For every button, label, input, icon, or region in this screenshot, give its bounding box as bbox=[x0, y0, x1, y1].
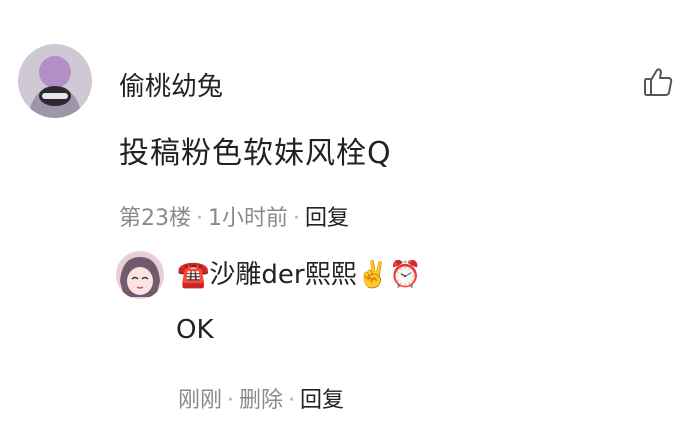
reply-content: OK bbox=[176, 315, 214, 345]
reply-avatar[interactable] bbox=[116, 251, 164, 299]
meta-separator: · bbox=[227, 388, 235, 413]
comment-content: 投稿粉色软妹风栓Q bbox=[119, 136, 392, 171]
comment-meta: 第23楼 · 1小时前 · 回复 bbox=[119, 200, 349, 232]
reply-username-line[interactable]: ☎️沙雕der熙熙✌️⏰ bbox=[177, 254, 421, 291]
delete-button[interactable]: 删除 bbox=[239, 388, 283, 413]
comment-time: 1小时前 bbox=[208, 206, 288, 231]
commenter-username[interactable]: 偷桃幼兔 bbox=[119, 66, 223, 103]
meta-separator: · bbox=[293, 206, 300, 231]
reply-username[interactable]: 沙雕der熙熙 bbox=[209, 260, 356, 290]
thumbs-up-icon[interactable] bbox=[640, 64, 676, 100]
reply-button[interactable]: 回复 bbox=[305, 206, 349, 231]
telephone-icon: ☎️ bbox=[177, 260, 210, 290]
commenter-avatar-image bbox=[18, 44, 92, 118]
reply-meta: 刚刚 · 删除 · 回复 bbox=[178, 382, 344, 414]
peace-alarm-clock-icon: ✌️⏰ bbox=[356, 260, 422, 290]
floor-number: 第23楼 bbox=[119, 206, 191, 231]
reply-time: 刚刚 bbox=[178, 388, 223, 413]
meta-separator: · bbox=[288, 388, 296, 413]
reply-to-reply-button[interactable]: 回复 bbox=[300, 388, 344, 413]
reply-avatar-image bbox=[116, 251, 164, 299]
commenter-avatar[interactable] bbox=[18, 44, 92, 118]
meta-separator: · bbox=[196, 206, 203, 231]
